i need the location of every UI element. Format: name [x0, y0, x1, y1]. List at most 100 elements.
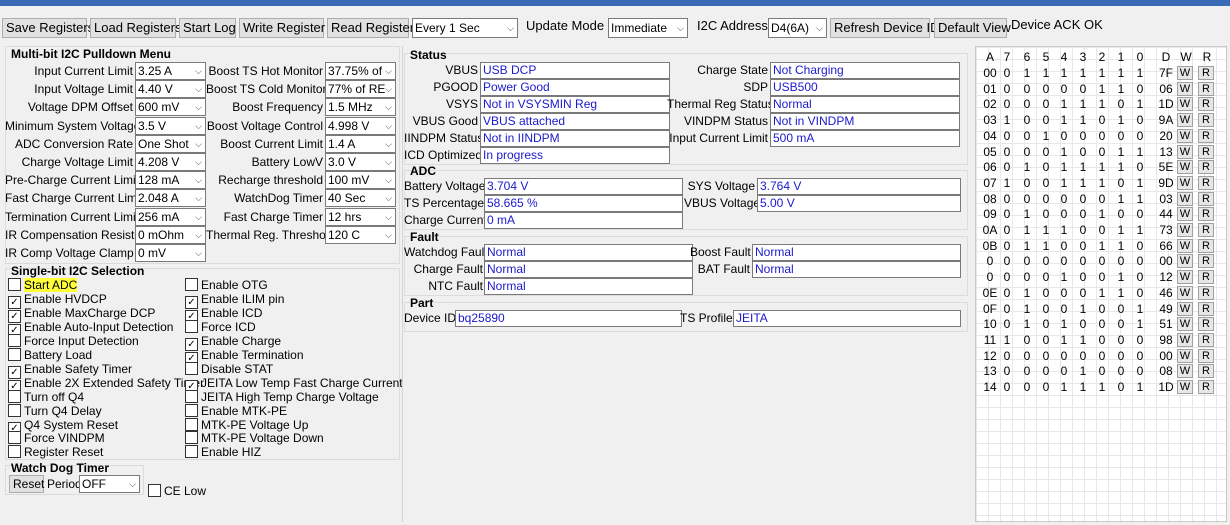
register-bit[interactable]: 0: [1094, 222, 1110, 238]
register-bit[interactable]: 1: [1056, 379, 1072, 395]
register-bit[interactable]: 0: [1094, 301, 1110, 317]
register-bit[interactable]: 1: [1038, 238, 1054, 254]
register-bit[interactable]: 0: [1132, 112, 1148, 128]
register-bit[interactable]: 0: [1019, 144, 1035, 160]
register-bit[interactable]: 0: [1038, 112, 1054, 128]
register-bit[interactable]: 0: [1113, 175, 1129, 191]
register-bit[interactable]: 0: [999, 316, 1015, 332]
register-bit[interactable]: 0: [999, 301, 1015, 317]
register-bit[interactable]: 1: [1132, 301, 1148, 317]
setting-select[interactable]: 40 Sec ⌵: [325, 189, 396, 208]
register-bit[interactable]: 1: [1094, 81, 1110, 97]
register-bit[interactable]: 0: [1038, 332, 1054, 348]
register-bit[interactable]: 0: [999, 348, 1015, 364]
register-bit[interactable]: 1: [1094, 379, 1110, 395]
register-bit[interactable]: 1: [1132, 222, 1148, 238]
register-write-button[interactable]: W: [1177, 270, 1193, 285]
setting-select[interactable]: 0 mOhm ⌵: [135, 225, 206, 244]
register-read-button[interactable]: R: [1198, 223, 1214, 237]
register-bit[interactable]: 1: [1113, 159, 1129, 175]
register-bit[interactable]: 0: [1038, 253, 1054, 269]
option-checkbox[interactable]: Force VINDPM: [8, 431, 105, 445]
option-checkbox[interactable]: Turn off Q4: [8, 389, 84, 404]
register-bit[interactable]: 0: [1056, 128, 1072, 144]
register-bit[interactable]: 0: [1094, 316, 1110, 332]
register-bit[interactable]: 1: [1019, 159, 1035, 175]
register-write-button[interactable]: W: [1177, 301, 1193, 316]
register-bit[interactable]: 0: [1038, 144, 1054, 160]
option-checkbox[interactable]: Start ADC: [8, 278, 78, 292]
option-checkbox[interactable]: JEITA High Temp Charge Voltage: [185, 389, 379, 404]
register-bit[interactable]: 0: [1019, 191, 1035, 207]
register-bit[interactable]: 0: [1038, 269, 1054, 285]
option-checkbox[interactable]: Register Reset: [8, 445, 103, 459]
register-bit[interactable]: 0: [1075, 253, 1091, 269]
setting-select[interactable]: One Shot ⌵: [135, 134, 206, 153]
start-log-button[interactable]: Start Log: [179, 18, 236, 38]
register-bit[interactable]: 1: [1132, 96, 1148, 112]
write-register-button[interactable]: Write Register: [239, 18, 325, 38]
register-bit[interactable]: 0: [1132, 269, 1148, 285]
option-checkbox[interactable]: Enable MTK-PE: [185, 403, 287, 418]
register-read-button[interactable]: R: [1198, 113, 1214, 128]
register-bit[interactable]: 0: [999, 379, 1015, 395]
register-bit[interactable]: 0: [1038, 379, 1054, 395]
setting-select[interactable]: 3.25 A ⌵: [135, 62, 206, 80]
register-bit[interactable]: 0: [1038, 301, 1054, 317]
register-bit[interactable]: 0: [1038, 191, 1054, 207]
register-bit[interactable]: 0: [1056, 363, 1072, 379]
register-bit[interactable]: 1: [1075, 175, 1091, 191]
setting-select[interactable]: 4.998 V ⌵: [325, 116, 396, 135]
register-bit[interactable]: 0: [999, 144, 1015, 160]
register-bit[interactable]: 0: [1113, 96, 1129, 112]
save-registers-button[interactable]: Save Registers: [2, 18, 94, 38]
register-bit[interactable]: 1: [1056, 96, 1072, 112]
register-read-button[interactable]: R: [1198, 317, 1214, 332]
register-bit[interactable]: 0: [1056, 191, 1072, 207]
register-read-button[interactable]: R: [1198, 332, 1214, 347]
register-write-button[interactable]: W: [1177, 128, 1193, 143]
register-bit[interactable]: 1: [1094, 285, 1110, 301]
register-bit[interactable]: 0: [1075, 222, 1091, 238]
register-bit[interactable]: 0: [1019, 96, 1035, 112]
register-bit[interactable]: 1: [999, 112, 1015, 128]
register-bit[interactable]: 0: [1113, 363, 1129, 379]
register-write-button[interactable]: W: [1177, 175, 1193, 190]
register-bit[interactable]: 1: [1075, 379, 1091, 395]
register-bit[interactable]: 1: [1094, 238, 1110, 254]
register-bit[interactable]: 0: [1075, 238, 1091, 254]
register-read-button[interactable]: R: [1198, 66, 1214, 80]
register-bit[interactable]: 1: [1075, 301, 1091, 317]
register-write-button[interactable]: W: [1177, 66, 1193, 80]
register-bit[interactable]: 1: [1056, 316, 1072, 332]
register-bit[interactable]: 0: [1038, 96, 1054, 112]
register-bit[interactable]: 0: [1019, 269, 1035, 285]
setting-select[interactable]: 120 C ⌵: [325, 225, 396, 244]
register-bit[interactable]: 1: [1019, 316, 1035, 332]
register-bit[interactable]: 1: [1056, 222, 1072, 238]
register-bit[interactable]: 0: [1132, 81, 1148, 97]
register-bit[interactable]: 1: [1056, 144, 1072, 160]
option-checkbox[interactable]: Battery Load: [8, 347, 92, 362]
option-checkbox[interactable]: Disable STAT: [185, 361, 273, 376]
register-bit[interactable]: 1: [1132, 379, 1148, 395]
option-checkbox[interactable]: Turn Q4 Delay: [8, 403, 102, 418]
register-bit[interactable]: 0: [999, 363, 1015, 379]
register-read-button[interactable]: R: [1198, 285, 1214, 300]
period-select[interactable]: OFF ⌵: [79, 475, 140, 493]
setting-select[interactable]: 77% of RE ⌵: [325, 80, 396, 99]
register-bit[interactable]: 0: [1038, 363, 1054, 379]
register-bit[interactable]: 1: [1019, 301, 1035, 317]
register-write-button[interactable]: W: [1177, 223, 1193, 237]
register-read-button[interactable]: R: [1198, 380, 1214, 394]
register-read-button[interactable]: R: [1198, 254, 1214, 269]
i2c-address-select[interactable]: D4(6A) ⌵: [768, 18, 827, 38]
register-bit[interactable]: 1: [1038, 128, 1054, 144]
register-bit[interactable]: 1: [1019, 206, 1035, 222]
register-bit[interactable]: 0: [1132, 128, 1148, 144]
register-bit[interactable]: 1: [1094, 175, 1110, 191]
register-bit[interactable]: 1: [1075, 159, 1091, 175]
setting-select[interactable]: 37.75% of ⌵: [325, 62, 396, 80]
register-bit[interactable]: 0: [1113, 301, 1129, 317]
register-bit[interactable]: 0: [1094, 269, 1110, 285]
